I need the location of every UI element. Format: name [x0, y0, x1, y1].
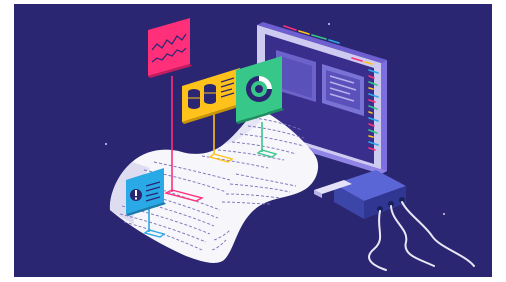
- exclamation-icon: [130, 189, 142, 201]
- log-data-illustration: [14, 4, 492, 277]
- pie-chart-icon: [246, 76, 272, 102]
